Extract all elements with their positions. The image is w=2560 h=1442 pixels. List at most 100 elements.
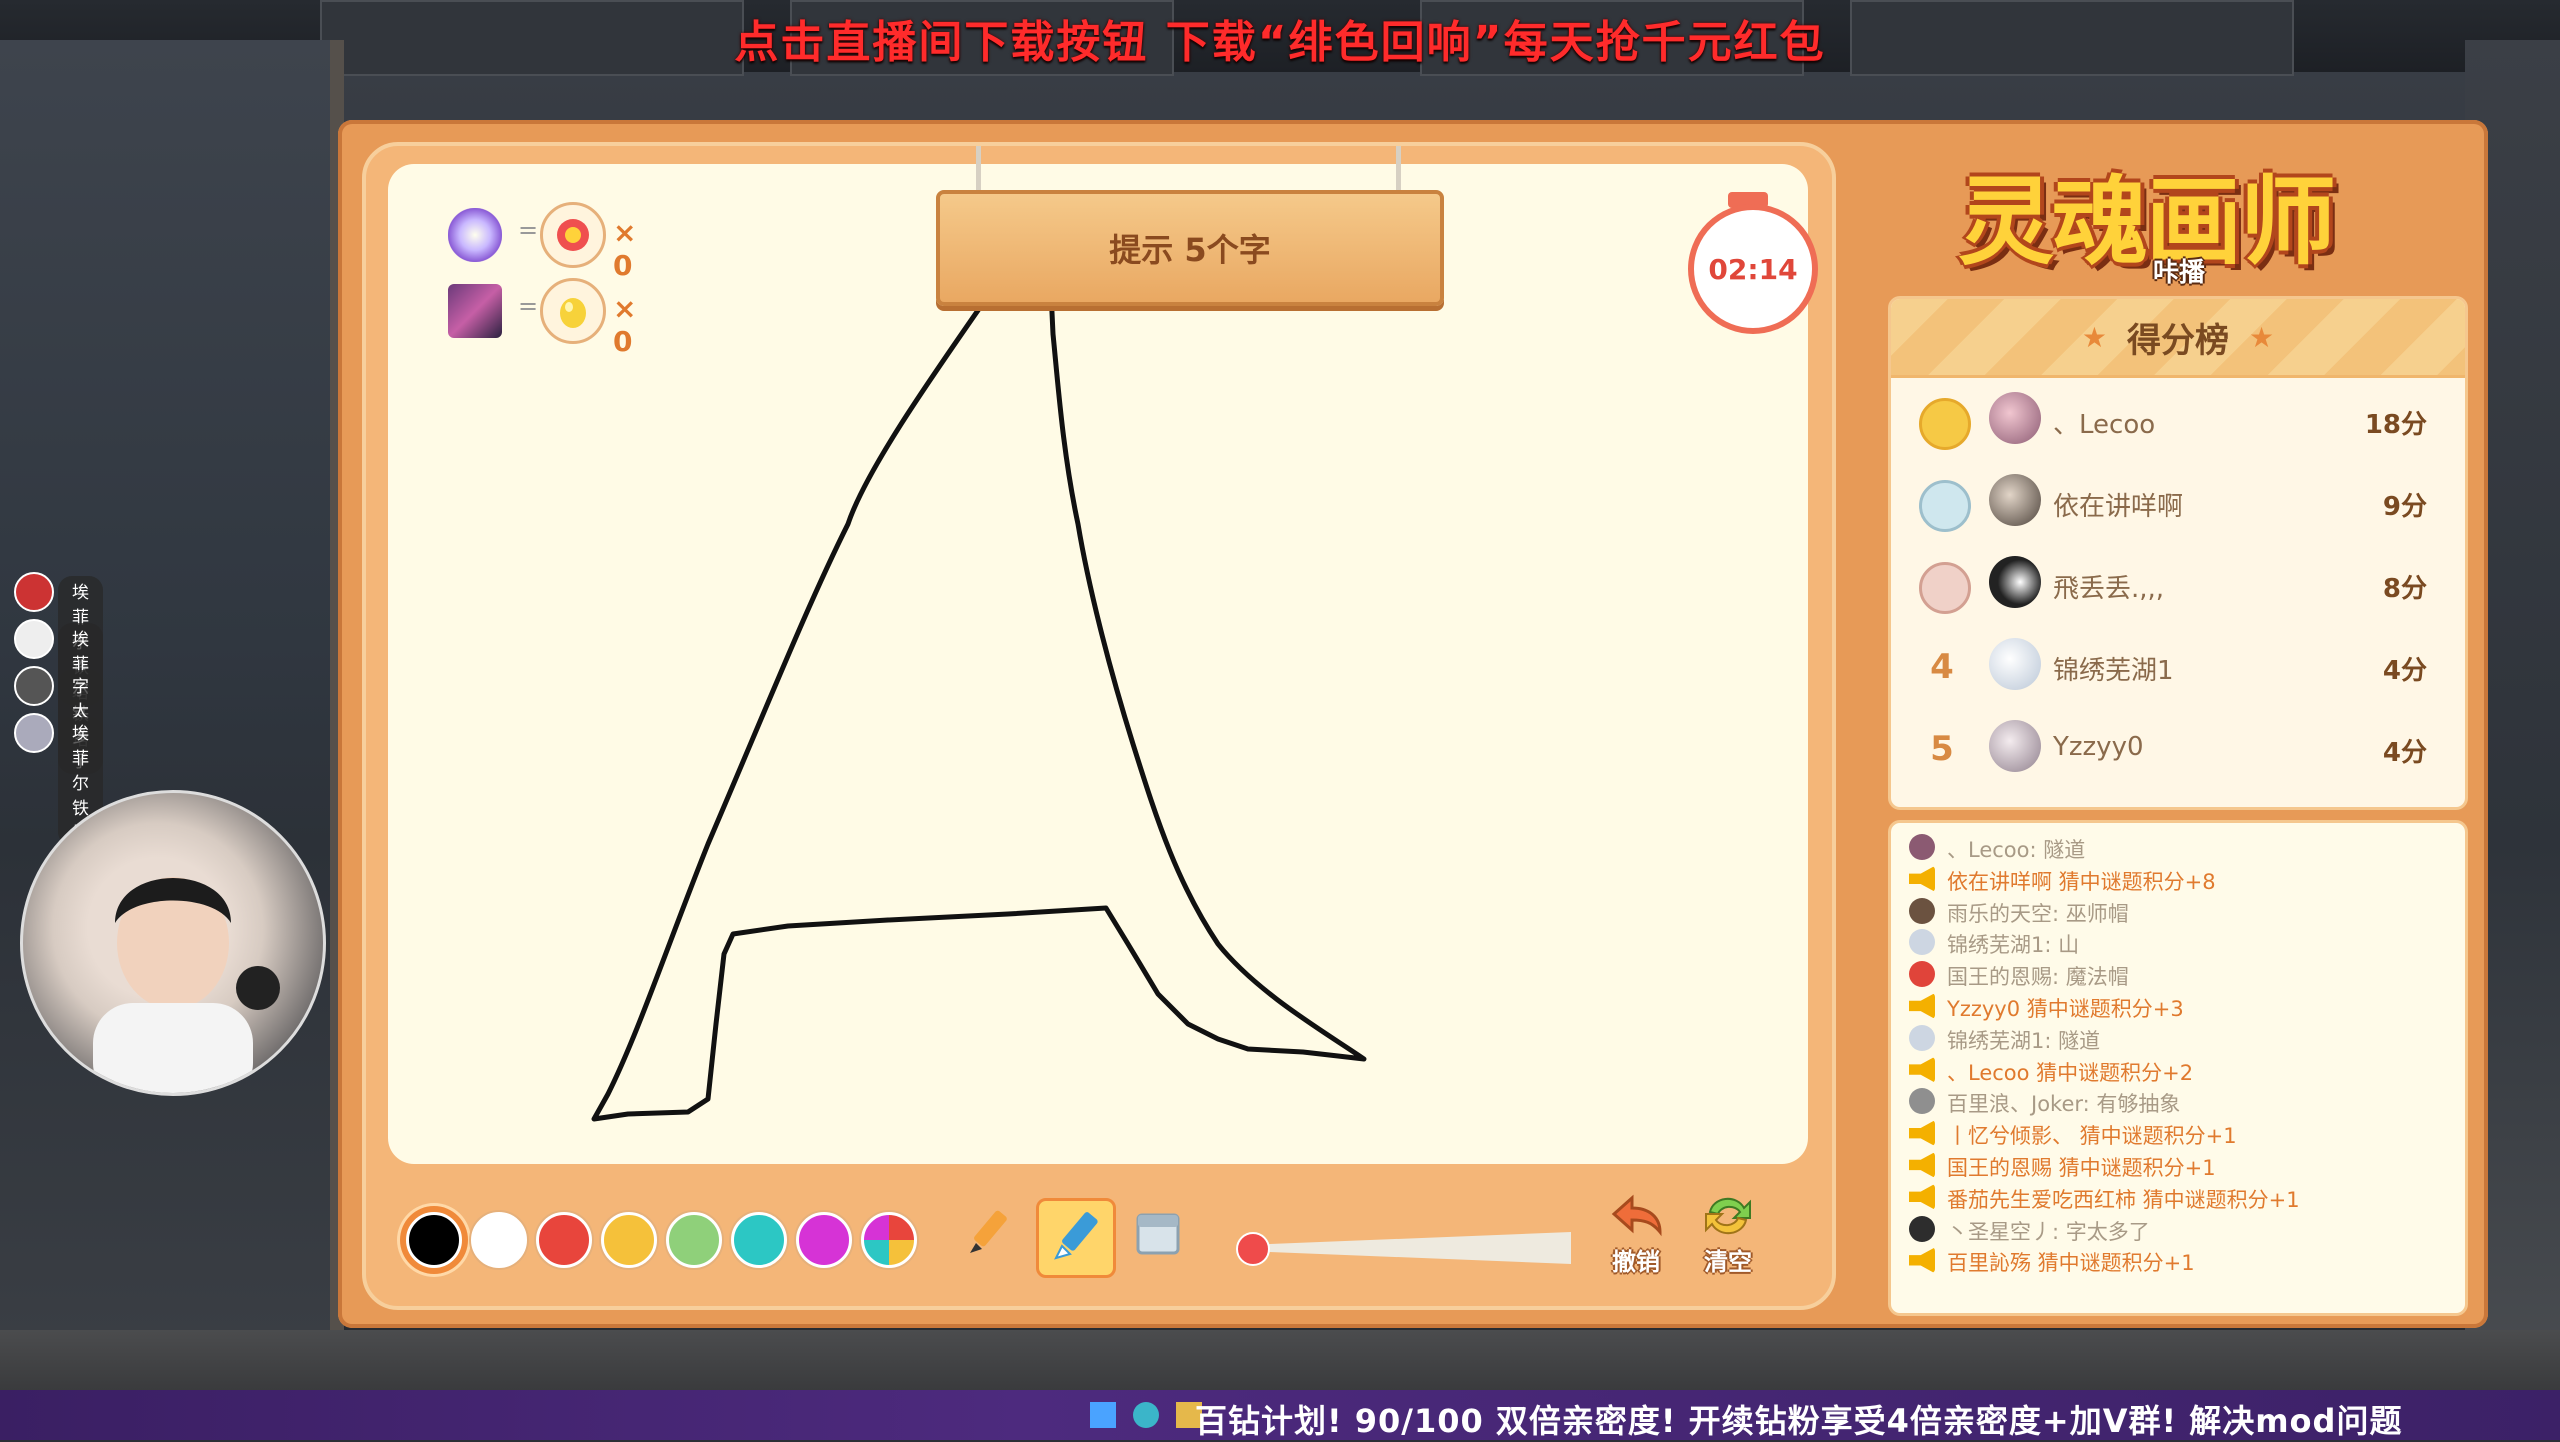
chat-text: 国王的恩赐 猜中谜题积分+1 [1947,1155,2216,1180]
user-avatar-icon [1909,1215,1935,1242]
egg-icon [540,278,606,344]
chat-text: 丨忆兮倾影、 猜中谜题积分+1 [1947,1124,2237,1149]
chat-line: 雨乐的天空: 巫师帽 [1891,895,2465,927]
user-avatar-icon [1909,1024,1935,1051]
drawing-area: = × 0 = × 0 02:14 提示 5个字 撤销 清空 [362,142,1836,1310]
brush-size-handle[interactable] [1236,1232,1270,1266]
avatar [1989,638,2041,690]
rank-number: 5 [1930,729,1954,769]
player-name: 、Lecoo [2053,410,2156,440]
game-logo: 灵魂画师 咔播 [1958,144,2398,304]
chat-text: 番茄先生爱吃西红柿 猜中谜题积分+1 [1947,1187,2300,1212]
clear-button[interactable]: 清空 [1688,1192,1768,1277]
chat-text: 、Lecoo: 隧道 [1947,838,2086,862]
player-name: 飛丢丢.,,, [2053,574,2165,604]
chat-line: 百里訫殇 猜中谜题积分+1 [1891,1244,2465,1276]
edge-icon[interactable] [1133,1402,1159,1428]
star-icon: ★ [2081,320,2107,354]
equals-sign: = [518,216,539,244]
chat-line: 、Lecoo: 隧道 [1891,831,2465,863]
color-picker-rainbow[interactable] [861,1212,917,1268]
eraser-icon [1130,1205,1186,1265]
player-name: Yzzyy0 [2053,732,2144,762]
bronze-medal-icon [1919,562,1971,614]
chat-line: 依在讲咩啊 猜中谜题积分+8 [1891,863,2465,895]
guess-chat: 、Lecoo: 隧道 依在讲咩啊 猜中谜题积分+8 雨乐的天空: 巫师帽 锦绣芜… [1888,820,2468,1316]
logo-subtitle: 咔播 [2153,258,2206,288]
rank-number: 4 [1930,647,1954,687]
scoreboard-title: 得分榜 [2127,320,2229,361]
star-icon: ★ [2249,320,2275,354]
chat-line: 、Lecoo 猜中谜题积分+2 [1891,1054,2465,1086]
chat-line: 锦绣芜湖1: 山 [1891,926,2465,958]
drawing-toolbar: 撤销 清空 [366,1188,1832,1288]
user-avatar-icon [1909,1088,1935,1115]
chat-text: 百里浪、Joker: 有够抽象 [1947,1092,2181,1117]
chat-text: 丶圣星空丿: 字太多了 [1947,1219,2150,1244]
left-window-scene [0,40,344,1380]
streamer-silhouette [93,877,280,1093]
player-score: 18分 [2364,410,2427,440]
viewer-avatar [14,713,54,753]
scoreboard-row: 依在讲咩啊 9分 [1891,460,2465,542]
color-red[interactable] [536,1212,592,1268]
drawing-canvas[interactable]: = × 0 = × 0 02:14 [388,164,1818,1164]
megaphone-icon [1909,992,1935,1019]
chat-line: 百里浪、Joker: 有够抽象 [1891,1085,2465,1117]
eraser-tool[interactable] [1121,1198,1195,1272]
scoreboard: ★ 得分榜 ★ 、Lecoo 18分 依在讲咩啊 9分 飛丢丢.,,, 8分 4… [1888,296,2468,810]
chat-text: Yzzyy0 猜中谜题积分+3 [1947,996,2184,1021]
user-avatar-icon [1909,961,1935,988]
color-yellow[interactable] [601,1212,657,1268]
streamer-webcam [20,790,326,1096]
player-score: 8分 [2382,574,2427,604]
player-name: 依在讲咩啊 [2053,492,2184,522]
megaphone-icon [1909,1183,1935,1210]
brush-size-slider[interactable] [1251,1232,1571,1264]
egg-count: × 0 [613,292,637,358]
scoreboard-row: 飛丢丢.,,, 8分 [1891,542,2465,624]
marker-tool[interactable] [1036,1198,1116,1278]
avatar [1989,556,2041,608]
chat-line: 国王的恩赐: 魔法帽 [1891,958,2465,990]
user-avatar-icon [1909,897,1935,924]
color-cyan[interactable] [731,1212,787,1268]
gold-medal-icon [1919,398,1971,450]
chat-text: 雨乐的天空: 巫师帽 [1947,901,2129,926]
chat-line: Yzzyy0 猜中谜题积分+3 [1891,990,2465,1022]
scoreboard-row: 4 锦绣芜湖1 4分 [1891,624,2465,706]
user-avatar-icon [1909,929,1935,956]
pencil-icon [960,1205,1016,1265]
silver-medal-icon [1919,480,1971,532]
viewer-avatar [14,619,54,659]
chat-text: 百里訫殇 猜中谜题积分+1 [1947,1251,2195,1276]
pencil-tool[interactable] [951,1198,1025,1272]
player-name: 锦绣芜湖1 [2053,656,2174,686]
chat-line: 国王的恩赐 猜中谜题积分+1 [1891,1149,2465,1181]
avatar [1989,392,2041,444]
color-black[interactable] [406,1212,462,1268]
undo-button[interactable]: 撤销 [1596,1192,1676,1277]
megaphone-icon [1909,1151,1935,1178]
windows-icon[interactable] [1090,1402,1116,1428]
color-green[interactable] [666,1212,722,1268]
player-score: 4分 [2382,656,2427,686]
megaphone-icon [1909,1056,1935,1083]
gem-icon [448,208,502,262]
sign-rope [1396,146,1401,190]
megaphone-icon [1909,1120,1935,1147]
color-magenta[interactable] [796,1212,852,1268]
refresh-icon [1698,1197,1758,1242]
equals-sign: = [518,292,539,320]
game-frame: = × 0 = × 0 02:14 提示 5个字 撤销 清空 灵魂画师 咔播 ★… [338,120,2488,1328]
color-white[interactable] [471,1212,527,1268]
floor [0,1330,2560,1390]
undo-label: 撤销 [1612,1248,1660,1276]
chat-line: 丶圣星空丿: 字太多了 [1891,1213,2465,1245]
chat-text: 锦绣芜湖1: 山 [1947,933,2080,958]
promo-banner: 点击直播间下载按钮 下载“绯色回响”每天抢千元红包 [734,17,1826,68]
hint-sign: 提示 5个字 [936,190,1444,306]
avatar [1989,474,2041,526]
clear-label: 清空 [1704,1248,1752,1276]
chat-text: 国王的恩赐: 魔法帽 [1947,965,2129,990]
